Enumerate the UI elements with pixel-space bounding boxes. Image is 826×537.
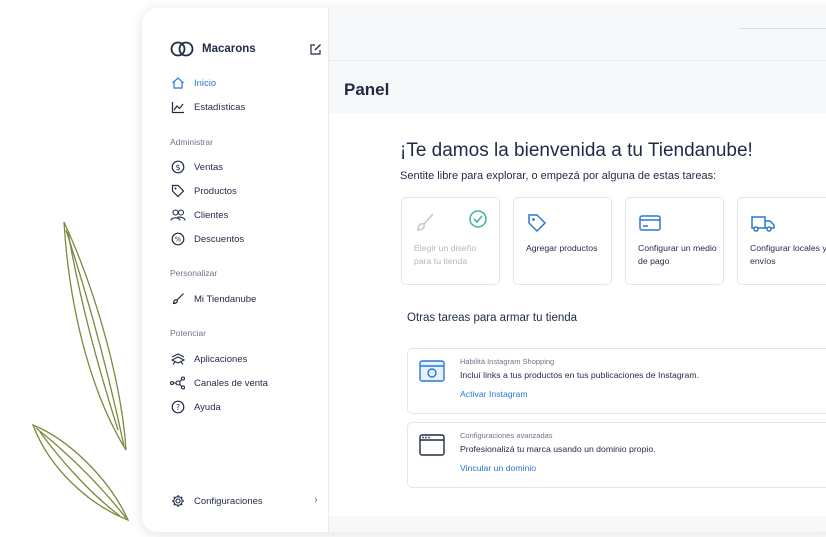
task-description: Incluí links a tus productos en tus publ… [460,370,700,380]
dollar-icon: $ [170,159,186,175]
sidebar-item-inicio[interactable]: Inicio [170,75,216,91]
chart-icon [170,99,186,115]
other-tasks-title: Otras tareas para armar tu tienda [407,312,578,324]
sidebar: Macarons Inicio Estadísticas Administrar… [142,8,329,532]
tag-icon [170,183,186,199]
sidebar-item-ventas[interactable]: $ Ventas [170,159,223,175]
store-logo-icon [170,41,194,57]
task-card-label: Configurar locales y envíos [750,243,826,266]
activate-instagram-link[interactable]: Activar Instagram [460,389,528,399]
welcome-heading: ¡Te damos la bienvenida a tu Tiendanube! [400,140,753,161]
credit-card-icon [638,212,662,239]
percent-icon: % [170,231,186,247]
task-domain: Configuraciones avanzadas Profesionalizá… [407,422,826,488]
sidebar-item-label: Ventas [194,161,224,173]
sidebar-item-aplicaciones[interactable]: Aplicaciones [170,351,247,367]
sidebar-item-label: Estadísticas [194,101,246,113]
welcome-subtitle: Sentite libre para explorar, o empezá po… [400,170,717,182]
task-card-design[interactable]: Elegir un diseño para tu tienda [401,197,500,285]
sidebar-item-label: Canales de venta [194,377,268,389]
help-icon: ? [170,399,186,415]
page-title: Panel [344,80,390,99]
task-instagram: Habilitá Instagram Shopping Incluí links… [407,348,826,414]
sidebar-item-label: Configuraciones [194,495,263,507]
sidebar-item-label: Clientes [194,209,229,221]
top-bar [329,8,826,61]
svg-text:$: $ [175,163,180,172]
section-title-administrar: Administrar [170,137,213,147]
task-card-products[interactable]: Agregar productos [513,197,612,285]
sidebar-item-label: Productos [194,185,237,197]
sidebar-item-ayuda[interactable]: ? Ayuda [170,399,221,415]
top-bar-divider [739,28,826,29]
svg-text:%: % [175,236,182,244]
truck-icon [750,212,776,239]
sidebar-item-label: Ayuda [194,401,221,413]
sidebar-item-label: Descuentos [194,233,245,245]
sidebar-item-descuentos[interactable]: % Descuentos [170,231,244,247]
sidebar-item-label: Mi Tiendanube [194,293,257,305]
sidebar-item-configuraciones[interactable]: Configuraciones [170,493,263,509]
apps-icon [170,351,186,367]
task-card-label: Agregar productos [526,243,598,253]
task-category: Configuraciones avanzadas [460,431,553,440]
sidebar-item-canales-de-venta[interactable]: Canales de venta [170,375,268,391]
task-card-payment[interactable]: Configurar un medio de pago [625,197,724,285]
task-card-label: Elegir un diseño para tu tienda [414,243,477,266]
sidebar-item-productos[interactable]: Productos [170,183,237,199]
users-icon [170,207,186,223]
sidebar-item-estadisticas[interactable]: Estadísticas [170,99,245,115]
browser-icon [418,431,446,464]
svg-text:?: ? [176,403,180,412]
edit-icon[interactable] [309,43,322,56]
chevron-right-icon[interactable]: › [314,494,318,506]
task-card-label: Configurar un medio de pago [638,243,717,266]
network-icon [170,375,186,391]
sidebar-item-clientes[interactable]: Clientes [170,207,228,223]
home-icon [170,75,186,91]
brush-icon [414,212,436,239]
store-brand[interactable]: Macarons [170,41,256,57]
section-title-personalizar: Personalizar [170,268,218,278]
gear-icon [170,493,186,509]
section-title-potenciar: Potenciar [170,328,206,338]
instagram-icon [418,357,446,390]
check-icon [469,210,487,233]
task-category: Habilitá Instagram Shopping [460,357,555,366]
link-domain-link[interactable]: Vincular un dominio [460,463,536,473]
sidebar-item-label: Inicio [194,77,217,89]
sidebar-item-label: Aplicaciones [194,353,248,365]
sidebar-item-mi-tiendanube[interactable]: Mi Tiendanube [170,291,256,307]
task-description: Profesionalizá tu marca usando un domini… [460,444,656,454]
task-card-shipping[interactable]: Configurar locales y envíos [737,197,826,285]
store-name: Macarons [202,43,256,55]
tag-icon [526,212,548,239]
brush-icon [170,291,186,307]
